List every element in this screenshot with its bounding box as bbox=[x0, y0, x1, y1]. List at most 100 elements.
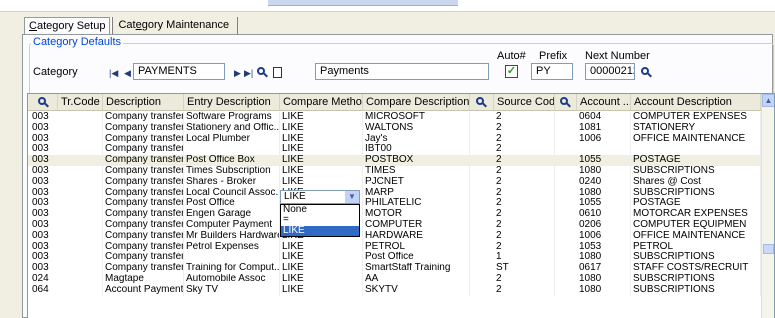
cell-account-description[interactable]: Shares @ Cost bbox=[631, 176, 761, 188]
cell-account[interactable]: 0604 bbox=[577, 112, 631, 123]
table-row[interactable]: 003 Company transfer Times Subscription LIK… bbox=[28, 166, 764, 177]
cell-compare-description[interactable]: COMPUTER bbox=[363, 220, 470, 231]
col-header-source-code[interactable]: Source Code bbox=[494, 94, 555, 110]
cell-compare-method[interactable]: LIKE bbox=[280, 112, 363, 123]
cell-account-description[interactable]: OFFICE MAINTENANCE bbox=[631, 230, 761, 242]
cell-compare-description[interactable]: Post Office bbox=[363, 252, 470, 264]
col-header-trcode[interactable]: Tr.Code bbox=[58, 94, 103, 110]
cell-source-code[interactable]: 2 bbox=[494, 176, 555, 188]
cell-account[interactable]: 1080 bbox=[577, 252, 631, 264]
cell-compare-description[interactable]: SKYTV bbox=[363, 284, 470, 296]
cell-account[interactable]: 1080 bbox=[577, 274, 631, 285]
cell-description[interactable]: Company transfer bbox=[103, 263, 184, 274]
cell-entry-description[interactable]: Sky TV bbox=[184, 284, 280, 296]
dropdown-option[interactable]: None bbox=[281, 204, 359, 215]
table-row[interactable]: 003 Company transfer Training for Comput..… bbox=[28, 263, 764, 274]
cell-description[interactable]: Company transfer bbox=[103, 198, 184, 210]
cell-description[interactable]: Company transfer bbox=[103, 252, 184, 264]
table-row[interactable]: 003Company transferEngen GarageLIKEMOTOR… bbox=[28, 209, 764, 220]
cell-account-description[interactable]: POSTAGE bbox=[631, 155, 761, 166]
cell-source-code[interactable]: 2 bbox=[494, 144, 555, 156]
cell-account[interactable] bbox=[577, 144, 631, 156]
cell-trcode[interactable]: 003 bbox=[30, 241, 103, 253]
cell-compare-method[interactable]: LIKE bbox=[280, 263, 363, 274]
table-row[interactable]: 003Company transferPost OfficeLIKEPHILAT… bbox=[28, 198, 764, 210]
table-row[interactable]: 003 Company transfer Shares - Broker LIKE PJ… bbox=[28, 176, 764, 188]
cell-source-code[interactable]: 2 bbox=[494, 241, 555, 253]
next-number-field[interactable]: 00000212 bbox=[585, 63, 635, 80]
cell-trcode[interactable]: 003 bbox=[30, 198, 103, 210]
tab-category-setup[interactable]: Category Setup bbox=[24, 17, 111, 34]
cell-description[interactable]: Company transfer bbox=[103, 176, 184, 188]
cell-trcode[interactable]: 003 bbox=[30, 122, 103, 134]
cell-description[interactable]: Company transfer bbox=[103, 209, 184, 220]
next-number-search-icon[interactable] bbox=[641, 67, 652, 78]
cell-compare-method[interactable]: LIKE bbox=[280, 133, 363, 145]
search-icon[interactable] bbox=[476, 97, 487, 108]
col-header-account[interactable]: Account ... bbox=[577, 94, 631, 110]
cell-account-description[interactable]: MOTORCAR EXPENSES bbox=[631, 209, 761, 220]
cell-description[interactable]: Company transfer bbox=[103, 155, 184, 166]
cell-description[interactable]: Company transfer bbox=[103, 122, 184, 134]
dropdown-option[interactable]: LIKE bbox=[281, 225, 359, 236]
cell-description[interactable]: Company transfer bbox=[103, 230, 184, 242]
cell-compare-description[interactable]: PJCNET bbox=[363, 176, 470, 188]
cell-account[interactable]: 0240 bbox=[577, 176, 631, 188]
prev-record-icon[interactable]: ◀ bbox=[124, 67, 131, 79]
cell-trcode[interactable]: 003 bbox=[30, 252, 103, 264]
cell-entry-description[interactable]: Training for Comput... bbox=[184, 263, 280, 274]
header-search-cell[interactable] bbox=[28, 94, 58, 110]
cell-compare-method[interactable]: LIKE bbox=[280, 252, 363, 264]
chevron-down-icon[interactable]: ▼ bbox=[345, 191, 359, 203]
cell-entry-description[interactable]: Engen Garage bbox=[184, 209, 280, 220]
cell-account[interactable]: 1053 bbox=[577, 241, 631, 253]
last-record-icon[interactable]: ▶| bbox=[244, 67, 253, 79]
first-record-icon[interactable]: |◀ bbox=[109, 67, 118, 79]
cell-compare-description[interactable]: TIMES bbox=[363, 166, 470, 177]
category-description-field[interactable]: Payments bbox=[315, 63, 489, 80]
cell-source-code[interactable]: 2 bbox=[494, 112, 555, 123]
cell-entry-description[interactable]: Automobile Assoc bbox=[184, 274, 280, 285]
cell-account-description[interactable]: POSTAGE bbox=[631, 198, 761, 210]
cell-description[interactable]: Company transfer bbox=[103, 241, 184, 253]
col-header-description[interactable]: Description bbox=[103, 94, 184, 110]
cell-account-description[interactable]: PETROL bbox=[631, 241, 761, 253]
cell-source-code[interactable]: 2 bbox=[494, 230, 555, 242]
col-header-account-description[interactable]: Account Description bbox=[631, 94, 761, 110]
cell-compare-description[interactable]: PHILATELIC bbox=[363, 198, 470, 210]
prefix-field[interactable]: PY bbox=[531, 63, 573, 80]
cell-account-description[interactable]: SUBSCRIPTIONS bbox=[631, 252, 761, 264]
table-row[interactable]: 003 Company transfer LIKE IBT00 2 bbox=[28, 144, 764, 156]
table-row[interactable]: 064 Account Payment Sky TV LIKE SKYTV 2 1080 SU… bbox=[28, 284, 764, 296]
cell-account-description[interactable]: SUBSCRIPTIONS bbox=[631, 187, 761, 199]
cell-compare-description[interactable]: HARDWARE bbox=[363, 230, 470, 242]
category-code-field[interactable]: PAYMENTS bbox=[133, 63, 225, 80]
cell-account-description[interactable] bbox=[631, 144, 761, 156]
tab-category-maintenance[interactable]: Category Maintenance bbox=[114, 17, 233, 34]
cell-trcode[interactable]: 003 bbox=[30, 220, 103, 231]
cell-description[interactable]: Company transfer bbox=[103, 166, 184, 177]
auto-number-checkbox[interactable]: ✓ bbox=[505, 65, 518, 78]
cell-trcode[interactable]: 003 bbox=[30, 133, 103, 145]
cell-description[interactable]: Company transfer bbox=[103, 112, 184, 123]
cell-compare-method[interactable]: LIKE bbox=[280, 241, 363, 253]
cell-compare-method[interactable]: LIKE bbox=[280, 166, 363, 177]
cell-account[interactable]: 1055 bbox=[577, 155, 631, 166]
cell-entry-description[interactable]: Mr Builders Hardware bbox=[184, 230, 280, 242]
cell-trcode[interactable]: 003 bbox=[30, 263, 103, 274]
cell-compare-method[interactable]: LIKE bbox=[280, 284, 363, 296]
cell-entry-description[interactable]: Post Office bbox=[184, 198, 280, 210]
cell-source-code[interactable]: 2 bbox=[494, 187, 555, 199]
cell-account[interactable]: 0617 bbox=[577, 263, 631, 274]
cell-compare-description[interactable]: POSTBOX bbox=[363, 155, 470, 166]
cell-description[interactable]: Company transfer bbox=[103, 133, 184, 145]
cell-account[interactable]: 1080 bbox=[577, 187, 631, 199]
cell-compare-method[interactable]: LIKE bbox=[280, 274, 363, 285]
cell-description[interactable]: Account Payment bbox=[103, 284, 184, 296]
table-row[interactable]: 003Company transferMr Builders HardwareL… bbox=[28, 230, 764, 242]
cell-account-description[interactable]: STATIONERY bbox=[631, 122, 761, 134]
cell-entry-description[interactable]: Computer Payment bbox=[184, 220, 280, 231]
cell-entry-description[interactable]: Software Programs bbox=[184, 112, 280, 123]
next-record-icon[interactable]: ▶ bbox=[234, 67, 241, 79]
table-row[interactable]: 003 Company transfer Stationery and Offic.… bbox=[28, 122, 764, 134]
